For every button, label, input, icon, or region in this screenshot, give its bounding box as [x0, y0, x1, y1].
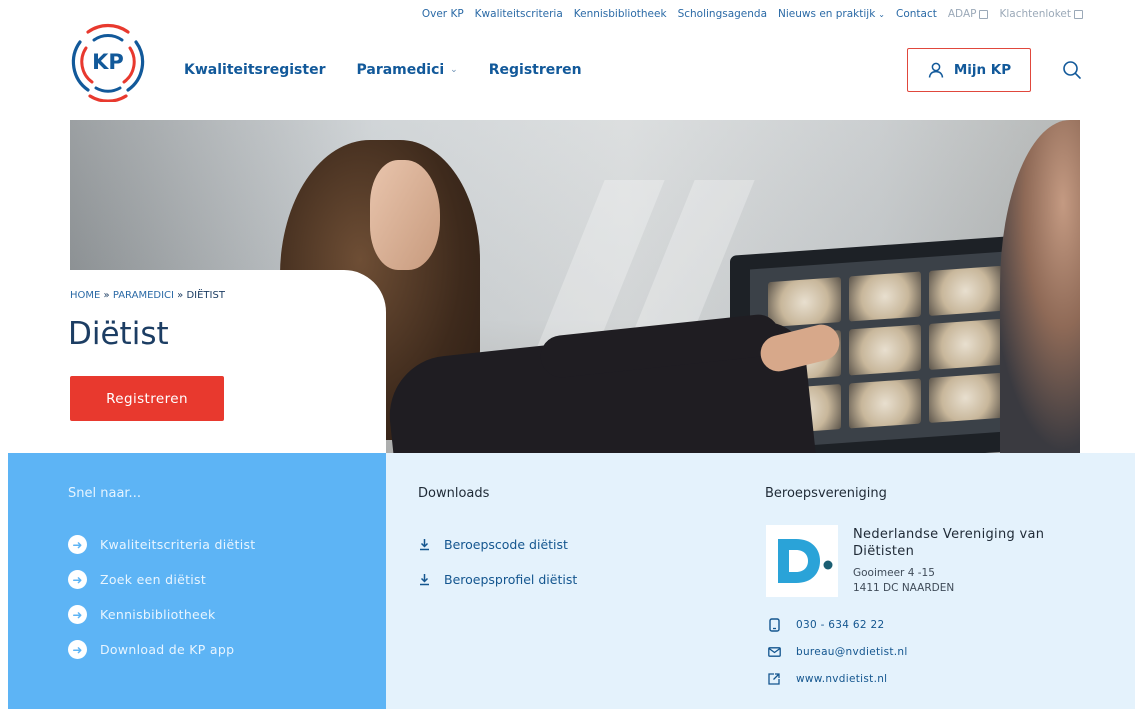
utility-link-adap[interactable]: ADAP [948, 8, 989, 20]
quick-link-label: Zoek een diëtist [100, 572, 207, 587]
quick-link-label: Kwaliteitscriteria diëtist [100, 537, 256, 552]
search-icon [1063, 61, 1081, 79]
arrow-right-icon: ➜ [68, 535, 87, 554]
contact-email-label: bureau@nvdietist.nl [796, 645, 908, 658]
nav-registreren[interactable]: Registreren [489, 62, 582, 78]
contact-website[interactable]: www.nvdietist.nl [766, 665, 908, 692]
downloads-list: Beroepscode diëtist Beroepsprofiel diëti… [418, 527, 577, 597]
breadcrumb-home[interactable]: HOME [70, 290, 100, 301]
quick-link-kp-app[interactable]: ➜ Download de KP app [68, 632, 256, 667]
nvd-logo-mark [778, 539, 833, 583]
breadcrumb: HOME » PARAMEDICI » DIËTIST [70, 290, 225, 301]
utility-link-label: Contact [896, 8, 937, 20]
contact-phone-label: 030 - 634 62 22 [796, 618, 885, 631]
external-link-icon [766, 672, 782, 685]
utility-link-kennisbibliotheek[interactable]: Kennisbibliotheek [574, 8, 667, 20]
download-icon [418, 538, 430, 551]
association-title: Beroepsvereniging [765, 486, 887, 501]
utility-link-label: Kwaliteitscriteria [474, 8, 563, 20]
svg-text:KP: KP [92, 50, 124, 74]
chevron-down-icon: ⌄ [450, 65, 458, 75]
utility-link-label: Kennisbibliotheek [573, 8, 667, 20]
quick-link-kennisbibliotheek[interactable]: ➜ Kennisbibliotheek [68, 597, 256, 632]
kp-logo[interactable]: KP [66, 18, 150, 103]
utility-link-scholingsagenda[interactable]: Scholingsagenda [678, 8, 767, 20]
utility-link-label: Klachtenloket [999, 8, 1071, 20]
download-label: Beroepscode diëtist [444, 537, 568, 552]
external-link-icon [1074, 9, 1083, 19]
utility-link-contact[interactable]: Contact [896, 8, 937, 20]
breadcrumb-separator: » [100, 290, 113, 301]
hero-card: HOME » PARAMEDICI » DIËTIST Diëtist Regi… [68, 270, 386, 453]
utility-link-over-kp[interactable]: Over KP [422, 8, 464, 20]
nvd-logo [766, 525, 838, 597]
quick-links-panel: Snel naar... ➜ Kwaliteitscriteria diëtist… [8, 453, 386, 709]
breadcrumb-paramedici[interactable]: PARAMEDICI [113, 290, 174, 301]
info-panel: Downloads Beroepscode diëtist Beroepspro… [386, 453, 1135, 709]
download-icon [418, 573, 430, 586]
association-address: Gooimeer 4 -15 1411 DC NAARDEN [853, 566, 954, 596]
search-button[interactable] [1061, 59, 1083, 81]
register-button[interactable]: Registreren [70, 376, 224, 421]
arrow-right-icon: ➜ [68, 570, 87, 589]
breadcrumb-separator: » [173, 290, 187, 301]
contact-website-label: www.nvdietist.nl [796, 672, 888, 685]
download-beroepsprofiel[interactable]: Beroepsprofiel diëtist [418, 562, 577, 597]
mijn-kp-button[interactable]: Mijn KP [907, 48, 1031, 92]
contact-list: 030 - 634 62 22 bureau@nvdietist.nl www.… [766, 611, 908, 692]
utility-link-label: Over KP [421, 8, 464, 20]
quick-link-kwaliteitscriteria[interactable]: ➜ Kwaliteitscriteria diëtist [68, 527, 256, 562]
external-link-icon [979, 9, 989, 19]
phone-icon [766, 617, 782, 632]
breadcrumb-current: DIËTIST [186, 290, 225, 301]
utility-link-label: Nieuws en praktijk [778, 8, 876, 20]
user-icon [928, 62, 944, 78]
quick-links-list: ➜ Kwaliteitscriteria diëtist ➜ Zoek een di… [68, 527, 256, 667]
contact-email[interactable]: bureau@nvdietist.nl [766, 638, 908, 665]
nav-label: Registreren [488, 62, 582, 78]
utility-link-kwaliteitscriteria[interactable]: Kwaliteitscriteria [475, 8, 563, 20]
arrow-right-icon: ➜ [68, 640, 87, 659]
nav-kwaliteitsregister[interactable]: Kwaliteitsregister [184, 62, 325, 78]
utility-nav: Over KP Kwaliteitscriteria Kennisbibliot… [422, 8, 1083, 20]
quick-link-label: Kennisbibliotheek [100, 607, 216, 622]
contact-phone[interactable]: 030 - 634 62 22 [766, 611, 908, 638]
page-title: Diëtist [68, 316, 169, 352]
main-nav: Kwaliteitsregister Paramedici ⌄ Registrer… [184, 62, 582, 78]
chevron-down-icon: ⌄ [878, 9, 885, 19]
utility-link-label: ADAP [947, 8, 977, 20]
download-beroepscode[interactable]: Beroepscode diëtist [418, 527, 577, 562]
quick-links-title: Snel naar... [68, 486, 141, 501]
address-line: 1411 DC NAARDEN [853, 582, 955, 594]
quick-link-label: Download de KP app [100, 642, 235, 657]
kp-logo-mark: KP [71, 23, 145, 103]
utility-link-label: Scholingsagenda [677, 8, 768, 20]
nav-paramedici[interactable]: Paramedici ⌄ [356, 62, 457, 78]
nav-label: Paramedici [356, 62, 445, 78]
nav-label: Kwaliteitsregister [184, 62, 326, 78]
quick-link-zoek-dietist[interactable]: ➜ Zoek een diëtist [68, 562, 256, 597]
association-name: Nederlandse Vereniging van Diëtisten [853, 527, 1045, 559]
download-label: Beroepsprofiel diëtist [444, 572, 578, 587]
utility-link-nieuws-en-praktijk[interactable]: Nieuws en praktijk ⌄ [778, 8, 885, 20]
mijn-kp-label: Mijn KP [953, 62, 1012, 78]
arrow-right-icon: ➜ [68, 605, 87, 624]
utility-link-klachtenloket[interactable]: Klachtenloket [999, 8, 1083, 20]
mail-icon [766, 646, 782, 657]
downloads-title: Downloads [418, 486, 490, 501]
address-line: Gooimeer 4 -15 [853, 567, 935, 579]
